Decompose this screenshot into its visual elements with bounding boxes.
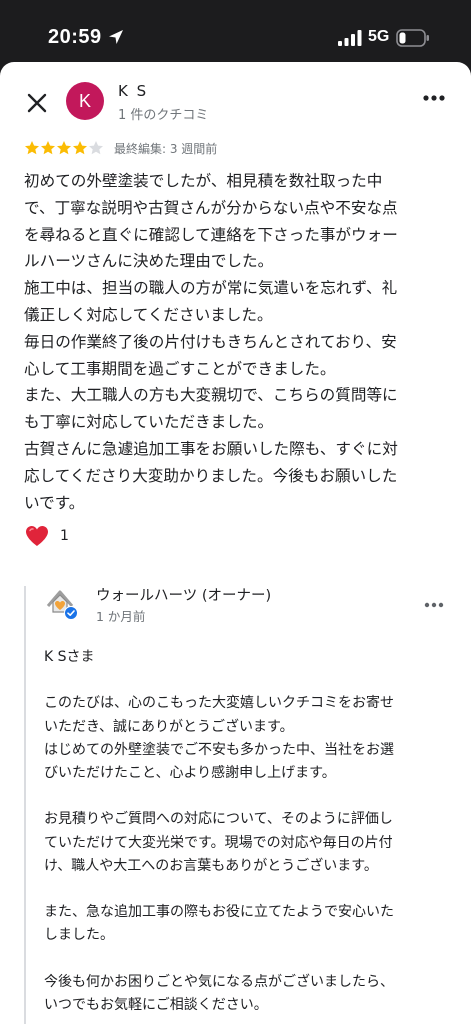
location-arrow-icon — [109, 30, 123, 44]
review-sheet: K K S 1 件のクチコミ 最終編集: 3 週間前 初めての外壁塗装でしたが、… — [0, 62, 471, 1024]
owner-reply-time: 1 か月前 — [96, 609, 146, 624]
star-filled-icon — [73, 141, 87, 155]
battery-icon — [396, 29, 429, 47]
edited-time: 最終編集: 3 週間前 — [114, 142, 218, 156]
reviewer-avatar[interactable]: K — [66, 82, 104, 120]
reply-more-options-icon[interactable] — [420, 598, 448, 612]
star-empty-icon — [89, 141, 103, 155]
heart-icon[interactable] — [24, 524, 50, 548]
owner-reply-body: K Sさま このたびは、心のこもった大変嬉しいクチコミをお寄せ いただき、誠にあ… — [44, 649, 394, 1014]
network-type: 5G — [368, 28, 390, 45]
signal-bars-icon — [338, 30, 362, 46]
review-body: 初めての外壁塗装でしたが、相見積を数社取った中 で、丁寧な説明や古賀さんが分から… — [24, 172, 398, 512]
reaction-count: 1 — [60, 528, 69, 544]
close-icon[interactable] — [24, 90, 50, 116]
owner-name[interactable]: ウォールハーツ (オーナー) — [96, 584, 271, 605]
verified-badge-icon — [64, 606, 78, 620]
more-options-icon[interactable] — [420, 90, 448, 106]
status-time: 20:59 — [48, 26, 102, 48]
star-filled-icon — [25, 141, 39, 155]
status-bar: 20:59 5G — [0, 0, 471, 66]
reviewer-name[interactable]: K S — [118, 82, 148, 100]
star-filled-icon — [41, 141, 55, 155]
star-rating — [24, 140, 104, 158]
star-filled-icon — [57, 141, 71, 155]
reviewer-review-count: 1 件のクチコミ — [118, 108, 209, 123]
reply-divider — [24, 586, 26, 1024]
